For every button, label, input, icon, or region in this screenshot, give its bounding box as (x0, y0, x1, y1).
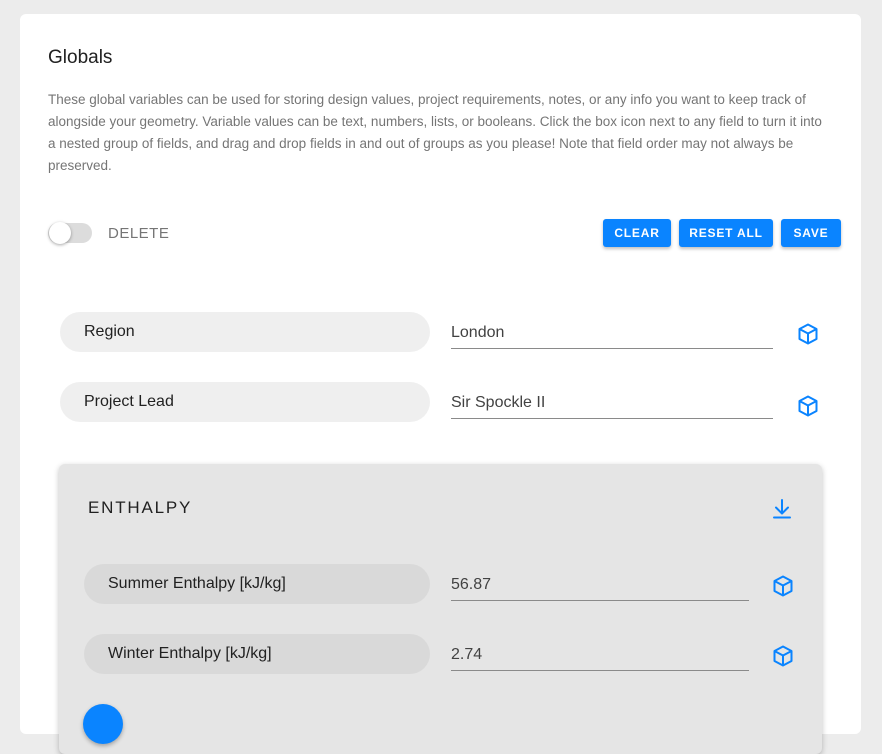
group-title: ENTHALPY (88, 498, 193, 517)
reset-all-button[interactable]: RESET ALL (679, 219, 773, 247)
field-value-input[interactable] (451, 318, 773, 349)
globals-card: Globals These global variables can be us… (20, 14, 861, 754)
field-key[interactable]: Region (60, 312, 430, 352)
field-row: Summer Enthalpy [kJ/kg] (84, 564, 804, 604)
enthalpy-group[interactable]: ENTHALPY Summer Enthalpy [kJ/kg] Winter … (59, 464, 822, 754)
cube-icon[interactable] (771, 644, 795, 668)
cube-icon[interactable] (771, 574, 795, 598)
delete-toggle-row: DELETE (48, 222, 169, 244)
field-key[interactable]: Project Lead (60, 382, 430, 422)
add-field-button[interactable] (83, 704, 123, 744)
field-value-input[interactable] (451, 570, 749, 601)
field-value-input[interactable] (451, 640, 749, 671)
cube-icon[interactable] (796, 322, 820, 346)
page-description: These global variables can be used for s… (48, 92, 822, 173)
cube-icon[interactable] (796, 394, 820, 418)
page-title: Globals (48, 47, 113, 68)
field-row: Project Lead (60, 382, 820, 422)
delete-toggle[interactable] (48, 222, 92, 244)
field-row: Winter Enthalpy [kJ/kg] (84, 634, 804, 674)
toggle-knob (49, 222, 71, 244)
field-row: Region (60, 312, 820, 352)
download-icon[interactable] (770, 497, 794, 521)
delete-toggle-label: DELETE (108, 224, 170, 242)
field-value-input[interactable] (451, 388, 773, 419)
field-key[interactable]: Summer Enthalpy [kJ/kg] (84, 564, 430, 604)
save-button[interactable]: SAVE (781, 219, 841, 247)
field-key[interactable]: Winter Enthalpy [kJ/kg] (84, 634, 430, 674)
clear-button[interactable]: CLEAR (603, 219, 671, 247)
